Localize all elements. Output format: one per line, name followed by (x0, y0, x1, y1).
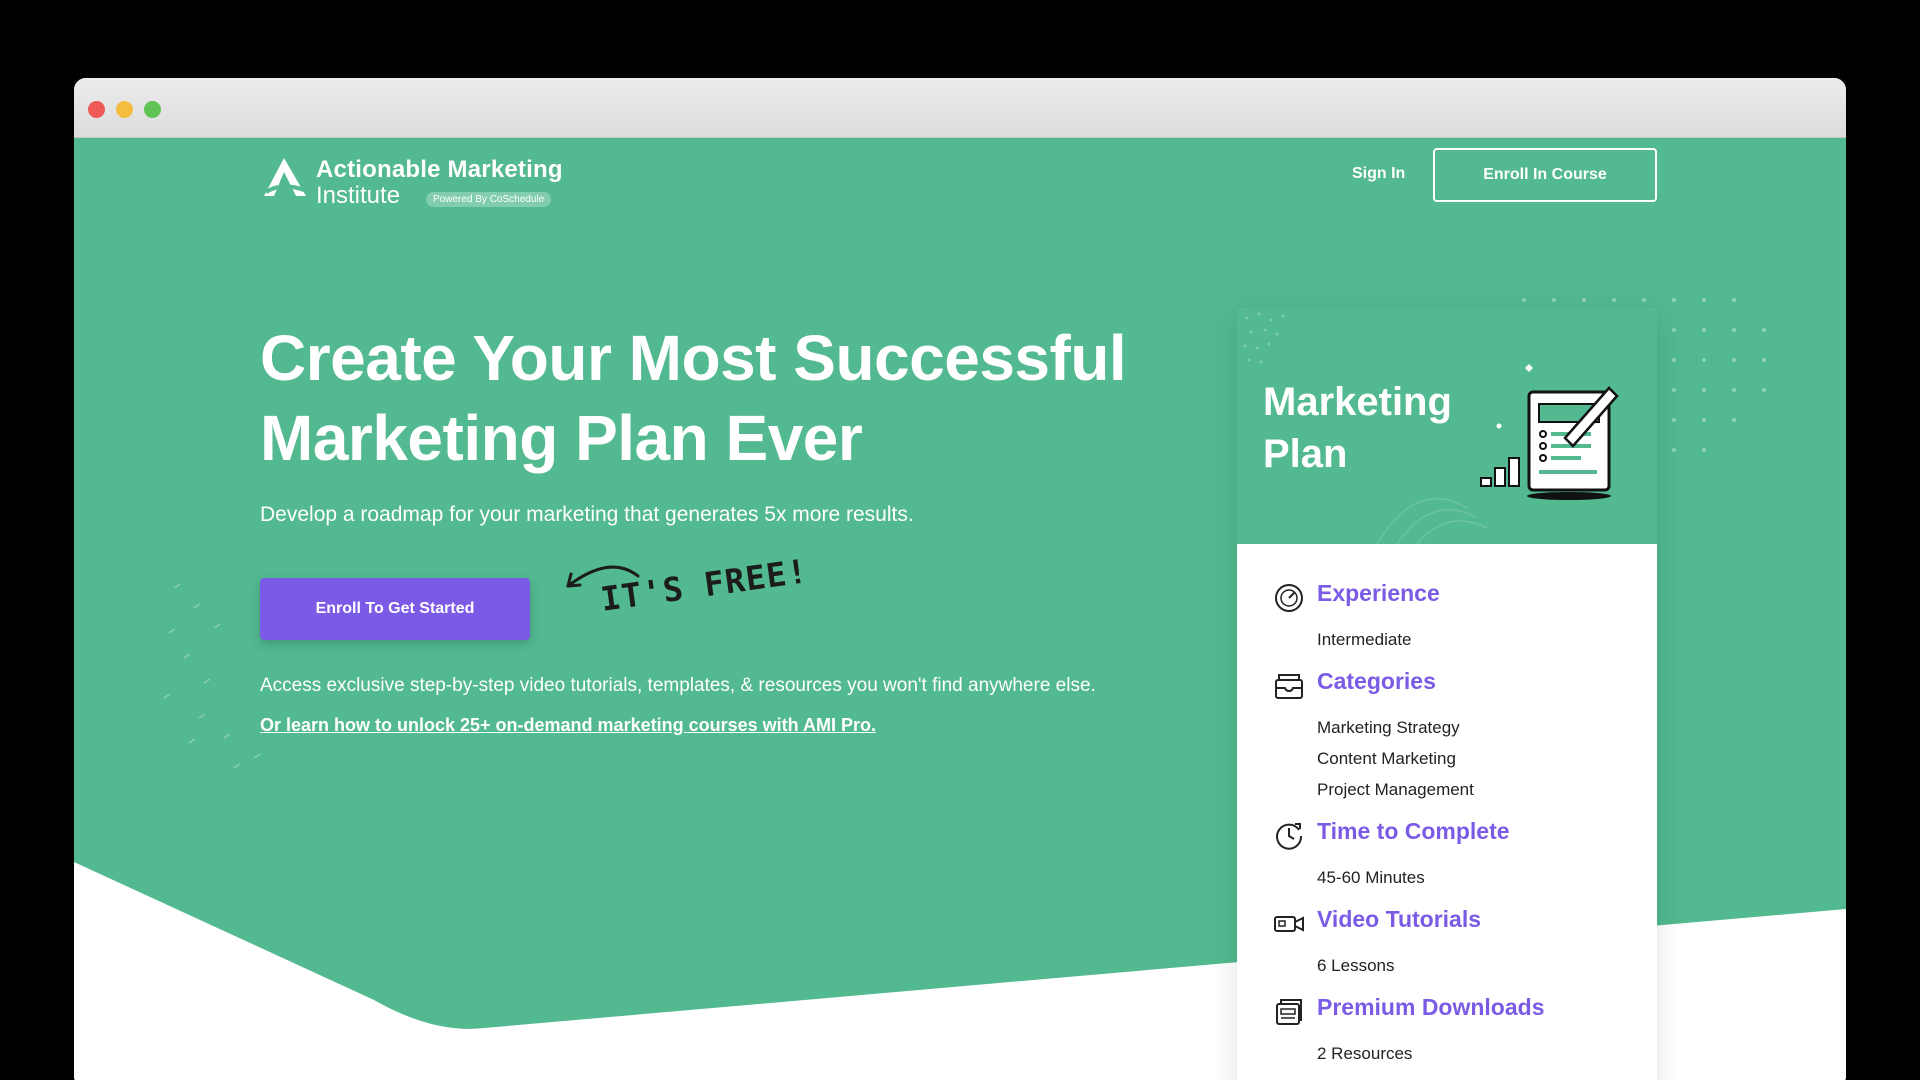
course-summary-card: Marketing Plan Experience Intermediate C… (1237, 308, 1657, 1080)
feature-value: Project Management (1317, 780, 1474, 799)
feature-value: Content Marketing (1317, 749, 1456, 768)
window-titlebar (74, 78, 1846, 138)
card-title: Marketing Plan (1263, 376, 1483, 480)
feature-value: 45-60 Minutes (1317, 868, 1425, 887)
logo-title: Actionable Marketing (316, 156, 563, 183)
feature-values: Intermediate (1317, 624, 1412, 655)
close-window-button[interactable] (88, 101, 105, 118)
marketing-plan-illustration-icon (1480, 364, 1619, 500)
ami-pro-link[interactable]: Or learn how to unlock 25+ on-demand mar… (260, 715, 876, 736)
feature-values: Marketing Strategy Content Marketing Pro… (1317, 712, 1474, 805)
hero-subheading: Develop a roadmap for your marketing tha… (260, 503, 914, 526)
feature-values: 6 Lessons (1317, 950, 1395, 981)
feature-value: 6 Lessons (1317, 956, 1395, 975)
feature-value: 2 Resources (1317, 1044, 1413, 1063)
feature-value: Intermediate (1317, 630, 1412, 649)
clock-icon (1276, 823, 1303, 850)
feature-title: Time to Complete (1317, 818, 1510, 844)
zoom-window-button[interactable] (144, 101, 161, 118)
logo-subtitle: Institute (316, 182, 401, 209)
page-headline: Create Your Most Successful Marketing Pl… (260, 318, 1160, 478)
enroll-to-get-started-button[interactable]: Enroll To Get Started (260, 578, 530, 640)
feature-title: Video Tutorials (1317, 906, 1482, 932)
downloads-icon (1276, 999, 1302, 1025)
powered-by-badge: Powered By CoSchedule (426, 192, 552, 207)
ami-logo-icon (264, 158, 306, 196)
browser-window: Actionable Marketing Institute Powered B… (74, 78, 1846, 1080)
card-header: Marketing Plan (1237, 308, 1657, 544)
feature-values: 2 Resources (1317, 1038, 1412, 1069)
feature-value: Marketing Strategy (1317, 718, 1460, 737)
sign-in-link[interactable]: Sign In (1352, 165, 1405, 183)
feature-values: 45-60 Minutes (1317, 862, 1425, 893)
folder-icon (1275, 674, 1303, 699)
minimize-window-button[interactable] (116, 101, 133, 118)
gauge-icon (1275, 584, 1303, 612)
video-camera-icon (1274, 916, 1304, 932)
card-title-line-2: Plan (1263, 432, 1348, 476)
landing-page: Actionable Marketing Institute Powered B… (74, 138, 1846, 1080)
feature-title: Categories (1317, 668, 1436, 694)
enroll-in-course-button[interactable]: Enroll In Course (1433, 148, 1657, 202)
feature-title: Premium Downloads (1317, 994, 1545, 1020)
access-description: Access exclusive step-by-step video tuto… (260, 675, 1096, 696)
headline-line-1: Create Your Most Successful (260, 322, 1127, 394)
feature-title: Experience (1317, 580, 1440, 606)
card-title-line-1: Marketing (1263, 380, 1452, 424)
headline-line-2: Marketing Plan Ever (260, 402, 863, 474)
